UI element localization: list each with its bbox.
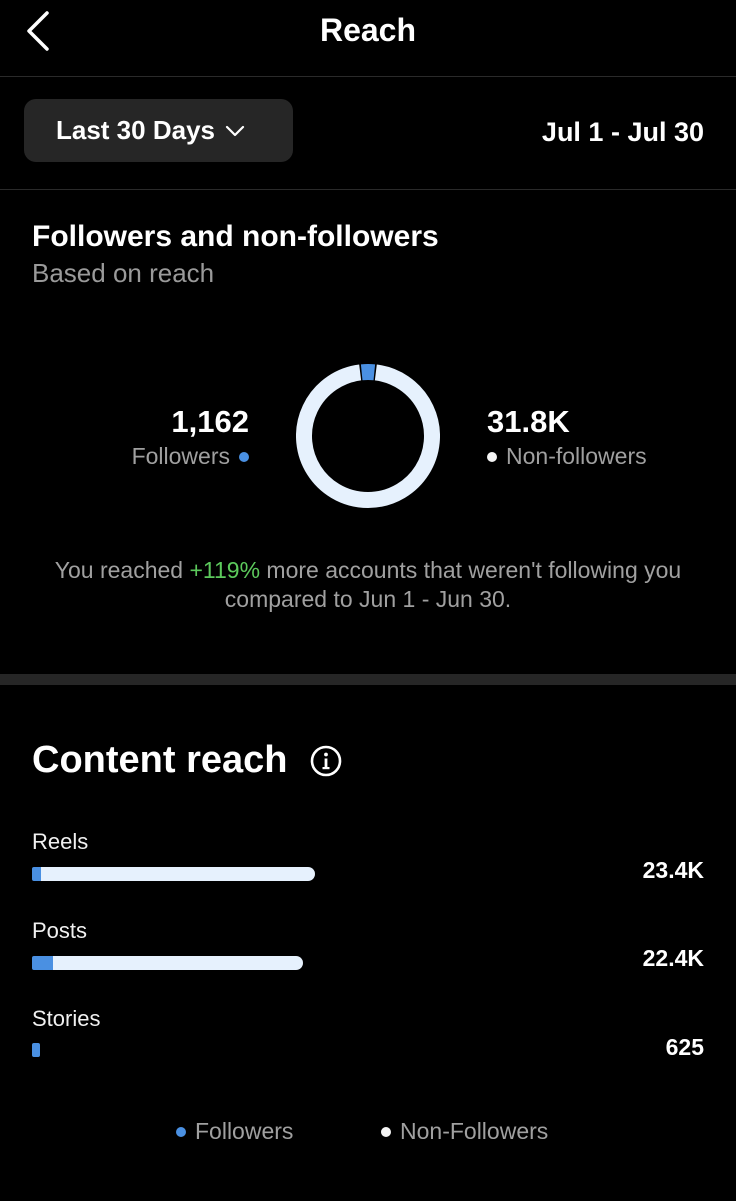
non-followers-dot bbox=[487, 451, 497, 462]
followers-legend: Followers bbox=[132, 443, 249, 470]
followers-donut-chart bbox=[296, 364, 440, 508]
content-row-value: 22.4K bbox=[642, 945, 704, 971]
content-row-value: 23.4K bbox=[642, 857, 704, 883]
followers-dot bbox=[239, 451, 249, 462]
non-followers-count: 31.8K bbox=[487, 404, 570, 439]
non-followers-segment bbox=[52, 956, 304, 970]
non-followers-dot bbox=[381, 1126, 391, 1137]
donut-slice-non-followers bbox=[296, 364, 440, 508]
followers-dot bbox=[176, 1126, 186, 1137]
non-followers-label: Non-followers bbox=[506, 443, 647, 469]
reach-comparison-note: You reached +119% more accounts that wer… bbox=[30, 556, 706, 614]
page-title: Reach bbox=[319, 12, 417, 48]
followers-label: Followers bbox=[131, 443, 230, 469]
content-row-label: Stories bbox=[32, 1006, 101, 1031]
content-row-label: Reels bbox=[32, 829, 89, 854]
followers-segment bbox=[32, 1043, 40, 1057]
content-reach-title: Content reach bbox=[32, 739, 288, 781]
note-percent: +119% bbox=[189, 557, 261, 583]
info-icon[interactable] bbox=[309, 744, 343, 778]
non-followers-legend: Non-followers bbox=[487, 443, 647, 470]
content-reach-bar bbox=[32, 1043, 40, 1057]
section-title: Followers and non-followers bbox=[32, 220, 439, 253]
content-reach-bar bbox=[32, 867, 315, 881]
note-prefix: You reached bbox=[54, 557, 190, 583]
section-subtitle: Based on reach bbox=[32, 258, 215, 288]
followers-segment bbox=[32, 867, 42, 881]
filter-divider bbox=[0, 189, 736, 190]
content-reach-bar bbox=[32, 956, 304, 970]
content-row-value: 625 bbox=[665, 1034, 704, 1060]
followers-count: 1,162 bbox=[171, 404, 249, 439]
followers-segment bbox=[32, 956, 53, 970]
legend-followers: Followers bbox=[176, 1118, 293, 1145]
chevron-down-icon bbox=[225, 125, 245, 136]
header-divider bbox=[0, 76, 736, 77]
date-range-text: Jul 1 - Jul 30 bbox=[541, 117, 704, 147]
legend-non-followers-label: Non-Followers bbox=[400, 1118, 549, 1144]
legend-followers-label: Followers bbox=[195, 1118, 294, 1144]
date-range-dropdown[interactable]: Last 30 Days bbox=[24, 99, 293, 162]
legend-non-followers: Non-Followers bbox=[381, 1118, 548, 1145]
non-followers-segment bbox=[41, 867, 315, 881]
content-row-label: Posts bbox=[32, 918, 88, 943]
section-divider bbox=[0, 674, 736, 685]
date-range-label: Last 30 Days bbox=[56, 115, 215, 145]
note-suffix: more accounts that weren't following you… bbox=[224, 557, 682, 612]
